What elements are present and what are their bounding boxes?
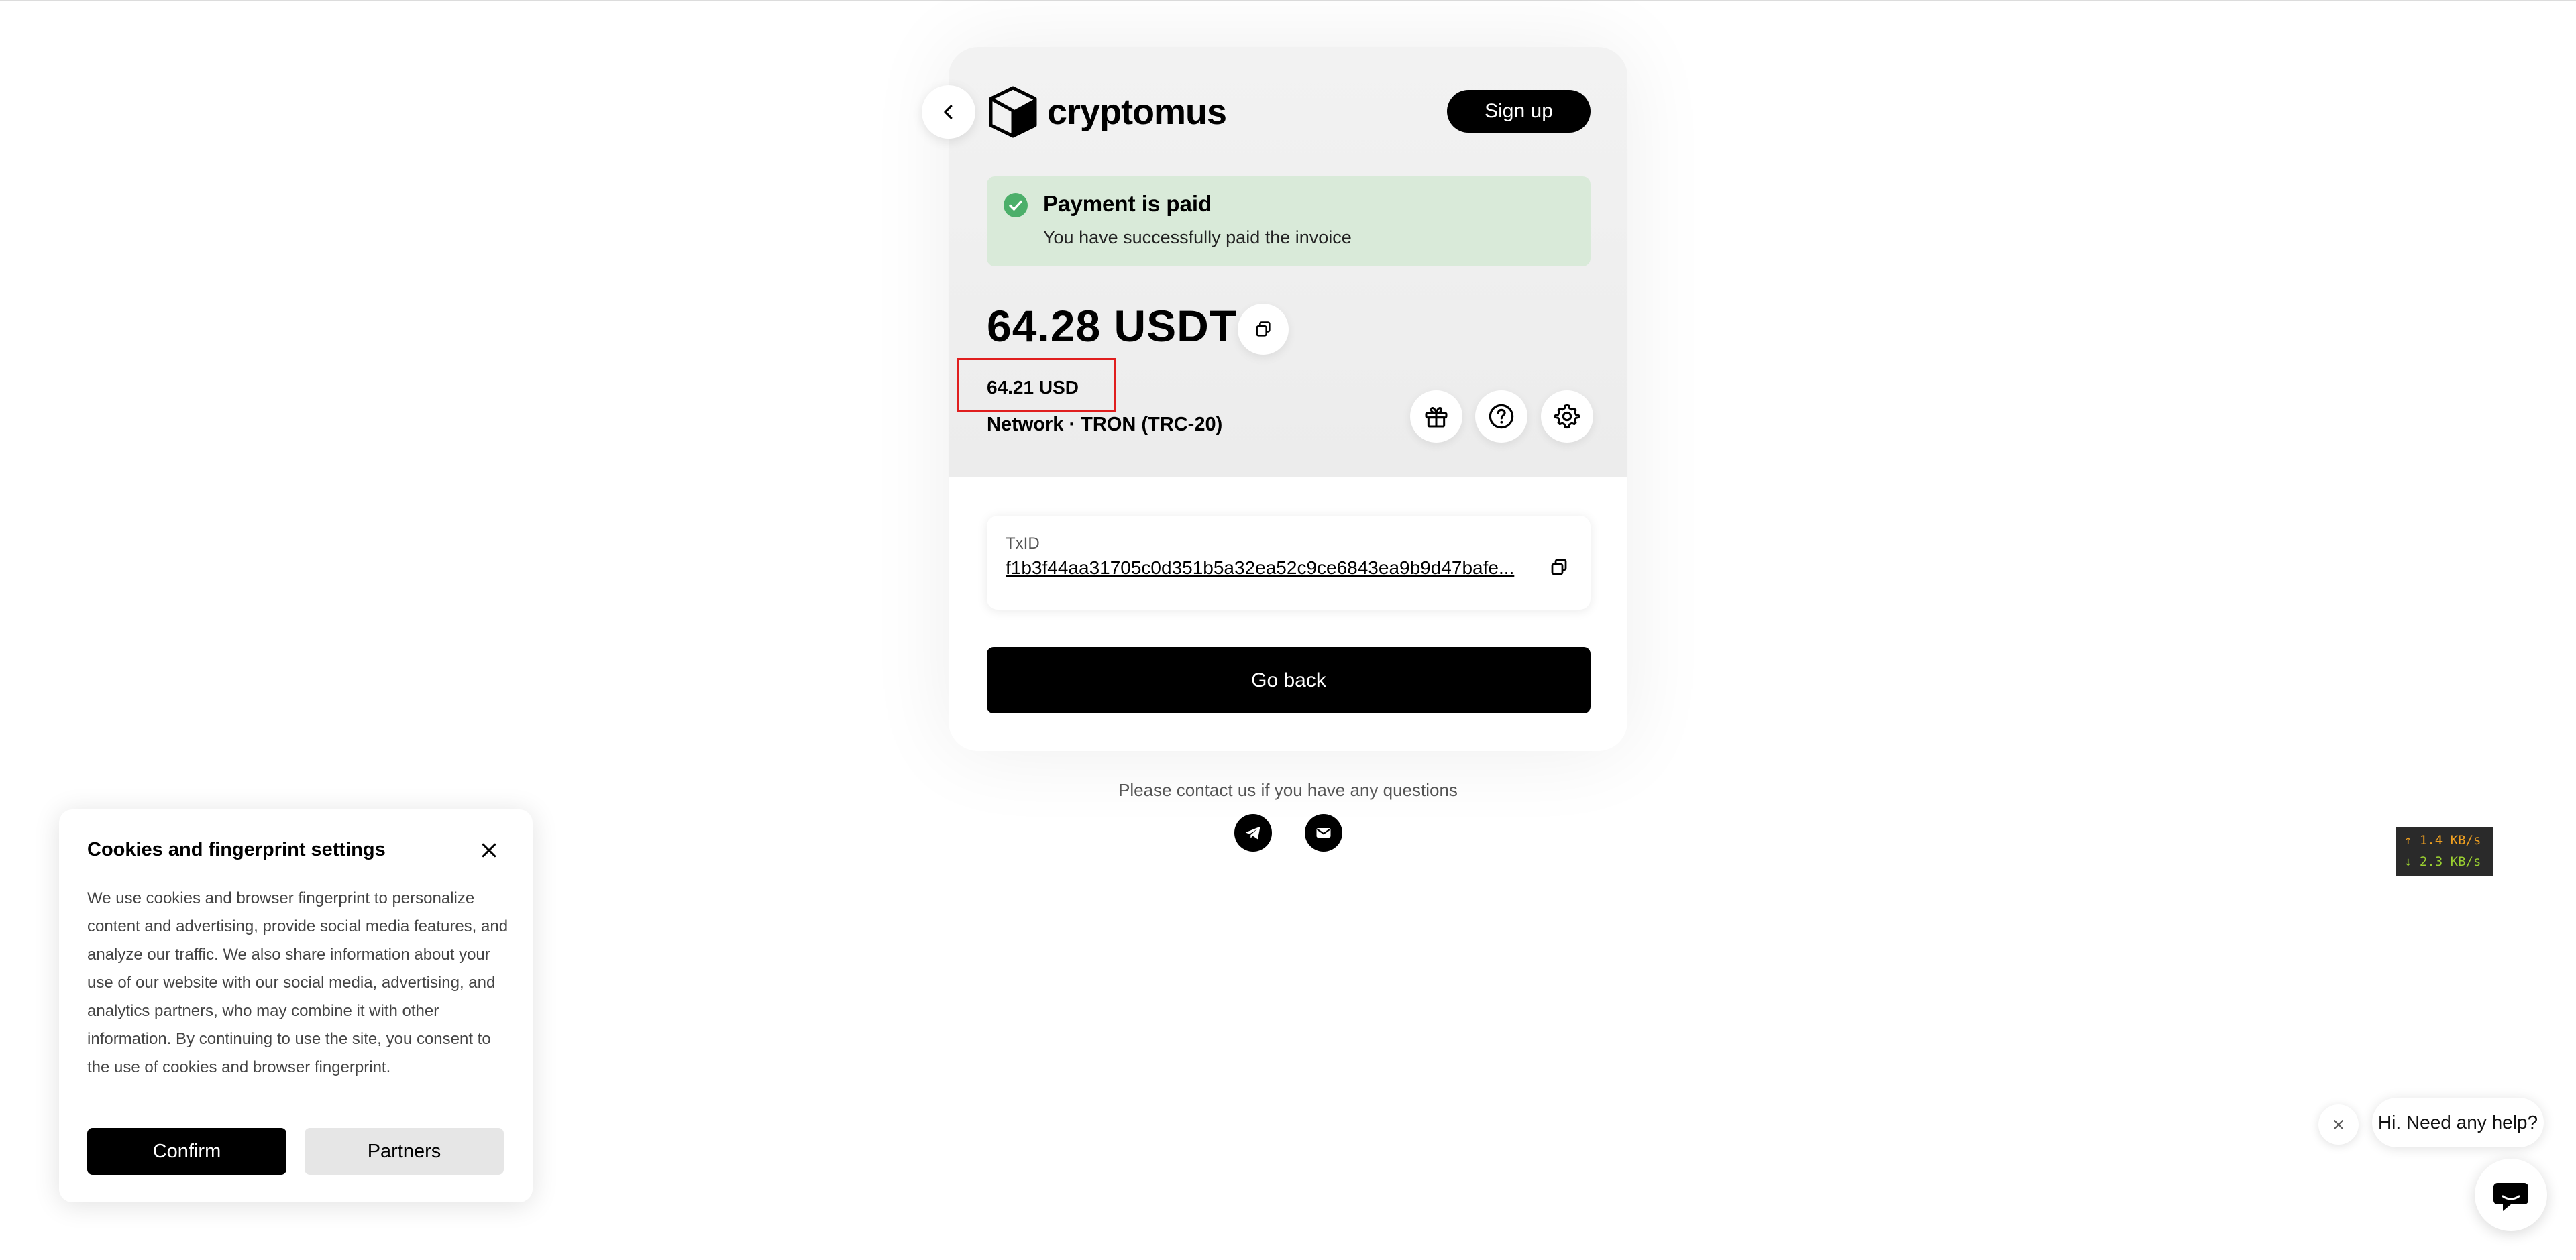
payment-status-banner: Payment is paid You have successfully pa…: [987, 176, 1591, 266]
chevron-left-icon: [944, 105, 953, 119]
cookie-consent-panel: Cookies and fingerprint settings We use …: [59, 809, 533, 1202]
cookie-panel-title: Cookies and fingerprint settings: [87, 839, 386, 860]
check-circle-icon: [1004, 193, 1028, 217]
back-button[interactable]: [922, 85, 975, 139]
mail-icon: [1316, 828, 1331, 838]
contact-text: Please contact us if you have any questi…: [1118, 780, 1458, 800]
gear-icon: [1554, 404, 1580, 429]
close-icon: [482, 843, 496, 858]
copy-amount-button[interactable]: [1238, 304, 1289, 355]
fiat-amount: 64.21 USD: [987, 377, 1079, 398]
top-border: [0, 0, 2576, 1]
close-icon: [2334, 1120, 2343, 1129]
question-circle-icon: [1489, 404, 1514, 429]
network-label: Network · TRON (TRC-20): [987, 414, 1223, 435]
cookie-partners-button[interactable]: Partners: [305, 1128, 504, 1175]
brand-name: cryptomus: [1047, 92, 1227, 132]
gift-icon: [1425, 407, 1448, 428]
transaction-id-label: TxID: [1006, 534, 1040, 553]
brand-logo[interactable]: cryptomus: [988, 85, 1227, 139]
telegram-button[interactable]: [1234, 814, 1272, 852]
telegram-icon: [1245, 826, 1260, 840]
chat-greeting-bubble[interactable]: Hi. Need any help?: [2372, 1098, 2544, 1147]
cookie-panel-text: We use cookies and browser fingerprint t…: [87, 889, 508, 1076]
email-button[interactable]: [1305, 814, 1342, 852]
payment-status-title: Payment is paid: [1043, 191, 1212, 216]
chat-icon: [2493, 1183, 2528, 1211]
help-button[interactable]: [1475, 390, 1527, 443]
transaction-id-link[interactable]: f1b3f44aa31705c0d351b5a32ea52c9ce6843ea9…: [1006, 557, 1536, 579]
payment-status-subtitle: You have successfully paid the invoice: [1043, 227, 1352, 247]
go-back-button[interactable]: Go back: [987, 647, 1591, 713]
cookie-confirm-button[interactable]: Confirm: [87, 1128, 286, 1175]
chat-dismiss-button[interactable]: [2318, 1104, 2359, 1145]
sign-up-button[interactable]: Sign up: [1447, 90, 1591, 133]
transaction-id-field: TxID f1b3f44aa31705c0d351b5a32ea52c9ce68…: [987, 516, 1591, 610]
copy-txid-icon[interactable]: [1549, 557, 1569, 577]
cookie-close-button[interactable]: [478, 839, 500, 862]
chat-launcher-button[interactable]: [2475, 1159, 2547, 1231]
gift-button[interactable]: [1410, 390, 1462, 443]
network-speed-widget: ↑ 1.4 KB/s ↓ 2.3 KB/s: [2396, 827, 2493, 876]
cube-icon: [989, 86, 1037, 138]
download-speed: ↓ 2.3 KB/s: [2404, 854, 2481, 869]
upload-speed: ↑ 1.4 KB/s: [2404, 833, 2481, 848]
settings-button[interactable]: [1541, 390, 1593, 443]
copy-icon: [1256, 321, 1271, 337]
crypto-amount: 64.28 USDT: [987, 301, 1238, 351]
